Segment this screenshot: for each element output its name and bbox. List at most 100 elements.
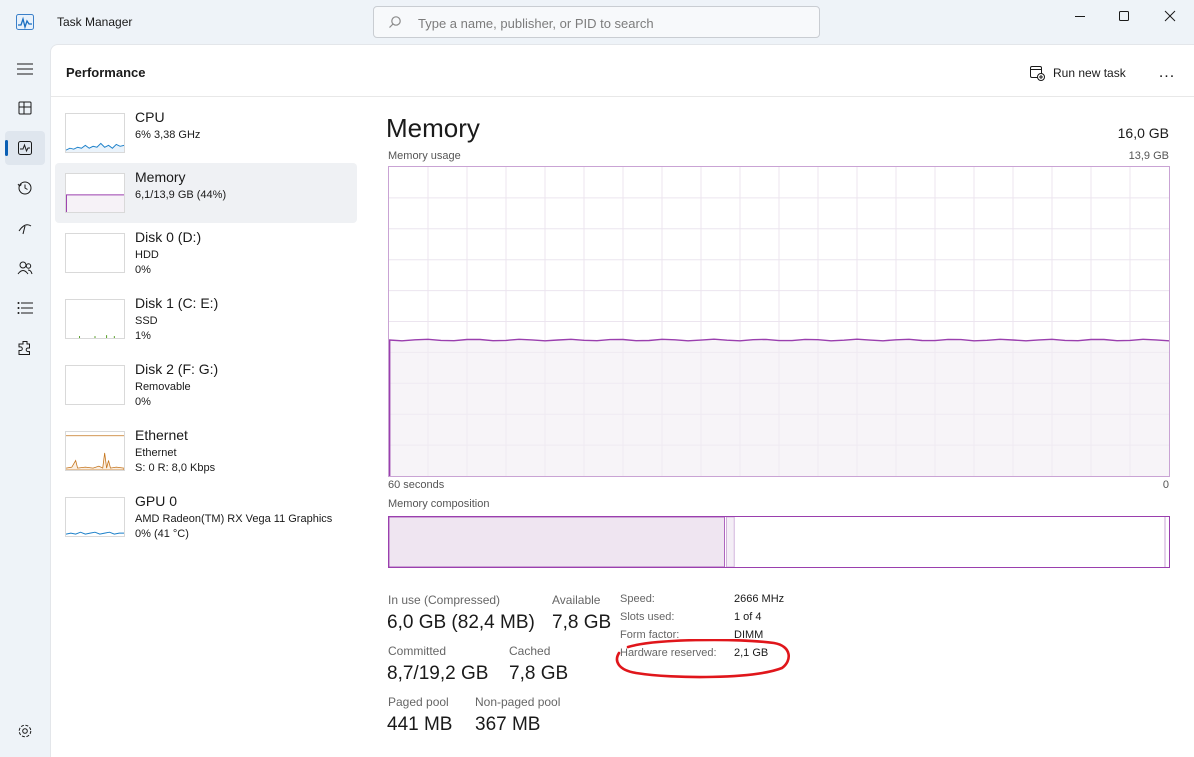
run-task-icon bbox=[1030, 66, 1045, 81]
nav-processes[interactable] bbox=[5, 91, 45, 125]
resource-disk-0[interactable]: Disk 0 (D:) HDD 0% bbox=[55, 223, 357, 283]
non-paged-pool-label: Non-paged pool bbox=[475, 695, 561, 709]
performance-icon bbox=[18, 141, 32, 155]
committed-label: Committed bbox=[388, 644, 447, 658]
ethernet-thumbnail-graph bbox=[65, 431, 125, 471]
composition-in-use bbox=[389, 517, 725, 567]
resource-usage: S: 0 R: 8,0 Kbps bbox=[135, 462, 216, 474]
resource-usage: 0% bbox=[135, 396, 151, 408]
composition-modified bbox=[725, 517, 735, 567]
active-indicator bbox=[5, 140, 8, 156]
nav-menu-button[interactable] bbox=[5, 52, 45, 86]
in-use-value: 6,0 GB (82,4 MB) bbox=[387, 612, 535, 633]
available-value: 7,8 GB bbox=[552, 612, 612, 633]
run-new-task-label: Run new task bbox=[1053, 66, 1126, 80]
resource-type: SSD bbox=[135, 315, 158, 327]
resource-usage: 0% (41 °C) bbox=[135, 528, 189, 540]
resource-ethernet[interactable]: Ethernet Ethernet S: 0 R: 8,0 Kbps bbox=[55, 421, 357, 481]
details-icon bbox=[17, 302, 33, 314]
main-panel: Performance Run new task ... CPU 6% 3,38… bbox=[50, 44, 1194, 757]
speed-value: 2666 MHz bbox=[734, 593, 785, 605]
resource-name: Disk 1 (C: E:) bbox=[135, 295, 219, 311]
cpu-thumbnail-graph bbox=[65, 113, 125, 153]
search-box[interactable] bbox=[373, 6, 820, 38]
resource-name: GPU 0 bbox=[135, 493, 178, 509]
minimize-icon bbox=[1075, 16, 1085, 17]
disk0-thumbnail-graph bbox=[65, 233, 125, 273]
resource-name: Disk 2 (F: G:) bbox=[135, 361, 219, 377]
in-use-label: In use (Compressed) bbox=[388, 593, 501, 607]
resource-name: CPU bbox=[135, 109, 165, 125]
paged-pool-label: Paged pool bbox=[388, 695, 449, 709]
cached-label: Cached bbox=[509, 644, 551, 658]
memory-composition-label: Memory composition bbox=[388, 498, 490, 510]
close-button[interactable] bbox=[1147, 0, 1193, 32]
resource-name: Disk 0 (D:) bbox=[135, 229, 202, 245]
resource-name: Ethernet bbox=[135, 427, 188, 443]
services-icon bbox=[18, 341, 30, 355]
nav-details[interactable] bbox=[5, 291, 45, 325]
resource-disk-2[interactable]: Disk 2 (F: G:) Removable 0% bbox=[55, 355, 357, 415]
more-options-icon: ... bbox=[1158, 64, 1176, 81]
resource-memory[interactable]: Memory 6,1/13,9 GB (44%) bbox=[55, 163, 357, 223]
maximize-icon bbox=[1119, 11, 1129, 21]
resource-detail: 6% 3,38 GHz bbox=[135, 129, 201, 141]
speed-label: Speed: bbox=[620, 593, 655, 605]
available-label: Available bbox=[552, 593, 601, 607]
memory-usage-label: Memory usage bbox=[388, 150, 461, 162]
slots-used-label: Slots used: bbox=[620, 611, 675, 623]
non-paged-pool-value: 367 MB bbox=[475, 714, 541, 735]
header-divider bbox=[51, 96, 1194, 97]
detail-title: Memory bbox=[386, 113, 480, 143]
nav-users[interactable] bbox=[5, 251, 45, 285]
memory-composition-bar bbox=[388, 516, 1170, 568]
more-options-button[interactable]: ... bbox=[1155, 62, 1179, 84]
resource-type: Ethernet bbox=[135, 447, 177, 459]
nav-settings[interactable] bbox=[5, 714, 45, 748]
processes-icon bbox=[18, 101, 32, 115]
disk2-thumbnail-graph bbox=[65, 365, 125, 405]
task-manager-window: Task Manager Type a name, publisher, or … bbox=[0, 0, 1194, 757]
red-circle-annotation bbox=[615, 639, 790, 679]
memory-thumbnail-graph bbox=[65, 173, 125, 213]
usage-area bbox=[389, 339, 1169, 476]
startup-apps-icon bbox=[18, 224, 32, 235]
committed-value: 8,7/19,2 GB bbox=[387, 663, 489, 684]
run-new-task-button[interactable]: Run new task bbox=[1029, 62, 1126, 84]
memory-usage-max: 13,9 GB bbox=[1128, 150, 1169, 162]
settings-icon bbox=[18, 724, 32, 738]
resource-gpu-0[interactable]: GPU 0 AMD Radeon(TM) RX Vega 11 Graphics… bbox=[55, 487, 357, 547]
resource-disk-1[interactable]: Disk 1 (C: E:) SSD 1% bbox=[55, 289, 357, 349]
close-icon bbox=[1164, 10, 1176, 22]
resource-detail: 6,1/13,9 GB (44%) bbox=[135, 189, 227, 201]
gpu-thumbnail-graph bbox=[65, 497, 125, 537]
title-bar: Task Manager bbox=[0, 0, 1194, 44]
resource-cpu[interactable]: CPU 6% 3,38 GHz bbox=[55, 103, 357, 163]
memory-usage-graph bbox=[388, 166, 1170, 477]
resource-type: AMD Radeon(TM) RX Vega 11 Graphics bbox=[135, 513, 333, 525]
app-history-icon bbox=[17, 181, 32, 195]
search-input[interactable] bbox=[418, 13, 808, 33]
maximize-button[interactable] bbox=[1101, 0, 1147, 32]
nav-startup-apps[interactable] bbox=[5, 211, 45, 245]
x-axis-right-label: 0 bbox=[1162, 479, 1169, 491]
task-manager-app-icon bbox=[16, 14, 34, 30]
nav-rail bbox=[0, 44, 50, 757]
nav-performance[interactable] bbox=[5, 131, 45, 165]
paged-pool-value: 441 MB bbox=[387, 714, 453, 735]
hamburger-icon bbox=[17, 63, 33, 75]
nav-app-history[interactable] bbox=[5, 171, 45, 205]
cached-value: 7,8 GB bbox=[509, 663, 569, 684]
resource-usage: 1% bbox=[135, 330, 151, 342]
app-title: Task Manager bbox=[57, 15, 133, 29]
nav-services[interactable] bbox=[5, 331, 45, 365]
resource-type: HDD bbox=[135, 249, 159, 261]
minimize-button[interactable] bbox=[1057, 0, 1103, 32]
slots-used-value: 1 of 4 bbox=[734, 611, 762, 623]
resource-name: Memory bbox=[135, 169, 186, 185]
resource-type: Removable bbox=[135, 381, 191, 393]
page-title: Performance bbox=[66, 65, 146, 80]
x-axis-left-label: 60 seconds bbox=[388, 479, 445, 491]
disk1-thumbnail-graph bbox=[65, 299, 125, 339]
users-icon bbox=[17, 261, 33, 275]
